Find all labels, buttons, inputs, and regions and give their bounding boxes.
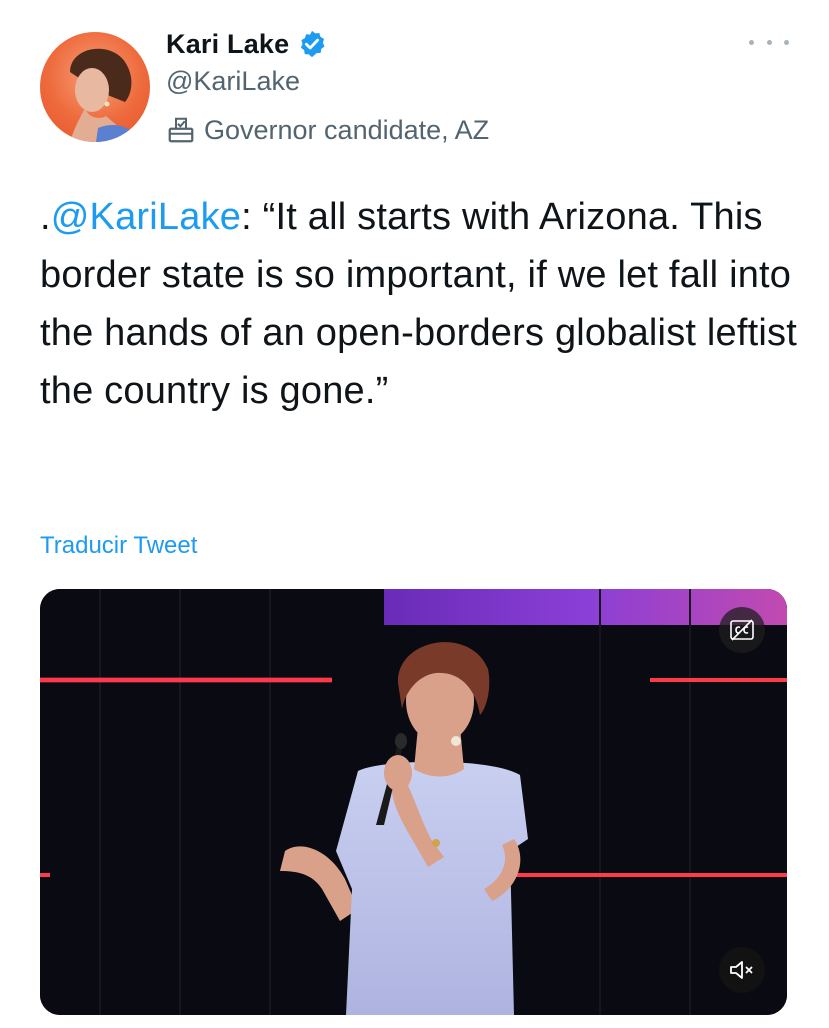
- video-frame: [40, 589, 787, 1015]
- tweet-card: Kari Lake @KariLake Governor candidate, …: [0, 0, 829, 1028]
- ballot-box-icon: [168, 117, 194, 143]
- verified-badge-icon: [301, 30, 325, 58]
- tweet-text: .@KariLake: “It all starts with Arizona.…: [40, 188, 800, 420]
- mention-link[interactable]: @KariLake: [51, 196, 241, 238]
- avatar[interactable]: [40, 32, 150, 142]
- closed-captions-icon: [730, 619, 754, 641]
- muted-speaker-icon: [730, 961, 753, 979]
- author-name-row[interactable]: Kari Lake: [166, 26, 327, 62]
- display-name[interactable]: Kari Lake: [166, 29, 289, 60]
- video-player[interactable]: [40, 589, 787, 1015]
- more-dot: [749, 39, 754, 45]
- closed-captions-button[interactable]: [719, 607, 765, 653]
- more-dot: [784, 39, 789, 45]
- translate-tweet-link[interactable]: Traducir Tweet: [40, 532, 197, 560]
- more-options-icon[interactable]: [749, 32, 789, 52]
- affiliation-label: Governor candidate, AZ: [166, 112, 489, 148]
- affiliation-label-text: Governor candidate, AZ: [204, 114, 490, 145]
- mute-button[interactable]: [719, 947, 765, 993]
- tweet-prefix: .: [40, 196, 51, 238]
- more-dot: [766, 39, 772, 45]
- author-handle[interactable]: @KariLake: [166, 66, 300, 97]
